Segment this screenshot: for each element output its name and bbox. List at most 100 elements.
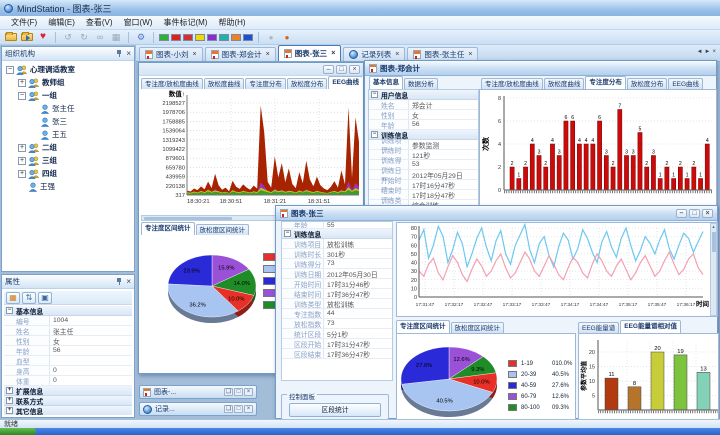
pin-icon[interactable] [116,277,123,286]
expand-icon[interactable]: + [18,144,26,152]
maximize-button[interactable]: □ [234,388,243,396]
inner-tab[interactable]: EEG曲线 [328,76,362,89]
categorize-button[interactable]: ▦ [6,292,20,304]
inner-tab[interactable]: EEG能量谱 [578,322,619,333]
start-button-stub[interactable] [0,428,36,435]
minimized-window-records[interactable]: 记录... ❏□× [139,402,257,416]
tree-item[interactable]: 张三 [4,115,132,128]
window-title-bar[interactable]: 图表-张三 – □ × [276,206,717,221]
tree-item[interactable]: +四组 [4,167,132,180]
sort-az-button[interactable]: ⇅ [22,292,36,304]
stop-button[interactable]: ● [264,31,278,43]
inner-tab[interactable]: 放松度分布 [287,78,328,89]
inner-tab[interactable]: 放松度曲线 [204,78,245,89]
tree-item[interactable]: +二组 [4,141,132,154]
menu-item[interactable]: 文件(F) [6,16,42,29]
title-bar[interactable]: MindStation - 图表-张三 [0,0,720,16]
close-button[interactable]: × [349,65,360,74]
undo-button[interactable]: ↺ [61,31,75,43]
vertical-scrollbar[interactable]: ▲ [710,223,717,316]
document-tab[interactable]: 图表-郑会计× [205,47,276,61]
minimize-button[interactable]: – [676,209,687,218]
tree-item[interactable]: 张主任 [4,102,132,115]
grid-button[interactable]: ▦ [109,31,123,43]
inner-tab[interactable]: 专注度分布 [245,78,286,89]
inner-tab[interactable]: 专注度区间统计 [396,320,450,333]
collapse-icon[interactable]: − [6,66,14,74]
expand-icon[interactable]: + [18,157,26,165]
inner-tab[interactable]: 放松度曲线 [544,78,585,89]
redo-button[interactable]: ↻ [77,31,91,43]
close-button[interactable]: × [244,405,253,413]
collapse-icon[interactable]: − [371,91,378,98]
document-tab[interactable]: 图表-张主任× [407,47,478,61]
expand-icon[interactable]: + [18,170,26,178]
close-button[interactable]: × [244,388,253,396]
inner-tab[interactable]: 专注度区间统计 [141,222,195,235]
record-button[interactable]: ● [280,31,294,43]
close-icon[interactable]: × [126,50,131,58]
tab-close-icon[interactable]: × [266,51,270,58]
document-tab[interactable]: 图表-小刘× [139,47,203,61]
tree-item[interactable]: +教师组 [4,76,132,89]
import-folder-button[interactable] [20,31,34,43]
collapse-icon[interactable]: − [371,131,378,138]
inner-tab[interactable]: 专注度/放松度曲线 [141,78,203,89]
inner-tab[interactable]: 专注度分布 [585,76,626,89]
inner-tab[interactable]: EEG曲线 [668,78,703,89]
image-button[interactable]: ▣ [38,292,52,304]
menu-item[interactable]: 编辑(E) [43,16,80,29]
collapse-icon[interactable]: − [284,230,291,237]
expand-icon[interactable]: + [18,79,26,87]
color-swatch-button[interactable] [207,34,217,41]
collapse-icon[interactable]: − [18,92,26,100]
tree-item[interactable]: 王五 [4,128,132,141]
document-tab[interactable]: 图表-张三× [278,45,342,61]
tree-item[interactable]: +三组 [4,154,132,167]
menu-item[interactable]: 窗口(W) [119,16,158,29]
inner-tab[interactable]: 放松度区间统计 [451,322,505,333]
restore-button[interactable]: □ [336,65,347,74]
inner-tab[interactable]: 基本信息 [369,76,403,89]
document-tab[interactable]: 记录列表× [343,47,405,61]
inner-tab[interactable]: 放松度区间统计 [196,224,250,235]
tree-item[interactable]: −心理调适教室 [4,63,132,76]
inner-tab[interactable]: 专注度/放松度曲线 [481,78,543,89]
color-swatch-button[interactable] [231,34,241,41]
segment-stat-button[interactable]: 区段统计 [289,403,381,417]
window-title-bar[interactable]: 图表-郑会计 [365,61,716,76]
restore-button[interactable]: ❏ [224,405,233,413]
collapse-icon[interactable]: − [6,307,13,314]
color-swatch-button[interactable] [171,34,181,41]
open-folder-button[interactable] [4,31,18,43]
section-header[interactable]: +扩展信息 [4,386,132,396]
section-header[interactable]: −训练信息 [282,229,392,239]
inner-tab[interactable]: EEG能量谱相对值 [620,320,681,333]
color-swatch-button[interactable] [219,34,229,41]
maximize-button[interactable]: □ [234,405,243,413]
tab-close-icon[interactable]: × [331,50,335,57]
restore-button[interactable]: ❏ [224,388,233,396]
expand-icon[interactable]: + [6,397,13,404]
scroll-left-icon[interactable]: ◄ [697,49,705,55]
settings-button[interactable]: ⚙ [134,31,148,43]
inner-tab[interactable]: 放松度分布 [627,78,668,89]
tab-close-icon[interactable]: × [468,51,472,58]
tree-item[interactable]: −一组 [4,89,132,102]
favorite-button[interactable]: ♥ [36,31,50,43]
section-header[interactable]: +联系方式 [4,396,132,406]
color-swatch-button[interactable] [183,34,193,41]
color-swatch-button[interactable] [159,34,169,41]
expand-icon[interactable]: + [6,407,13,414]
minimized-window-chart[interactable]: 图表-... ❏□× [139,385,257,399]
tab-close-icon[interactable]: × [193,51,197,58]
link-button[interactable]: ∞ [93,31,107,43]
menu-item[interactable]: 帮助(H) [213,16,250,29]
section-header[interactable]: +其它信息 [4,406,132,415]
pin-icon[interactable] [116,49,123,58]
tab-close-icon[interactable]: × [395,51,399,58]
close-tab-icon[interactable]: × [712,49,718,55]
color-swatch-button[interactable] [243,34,253,41]
menu-item[interactable]: 事件标记(M) [158,16,212,29]
section-header[interactable]: −用户信息 [369,90,478,100]
